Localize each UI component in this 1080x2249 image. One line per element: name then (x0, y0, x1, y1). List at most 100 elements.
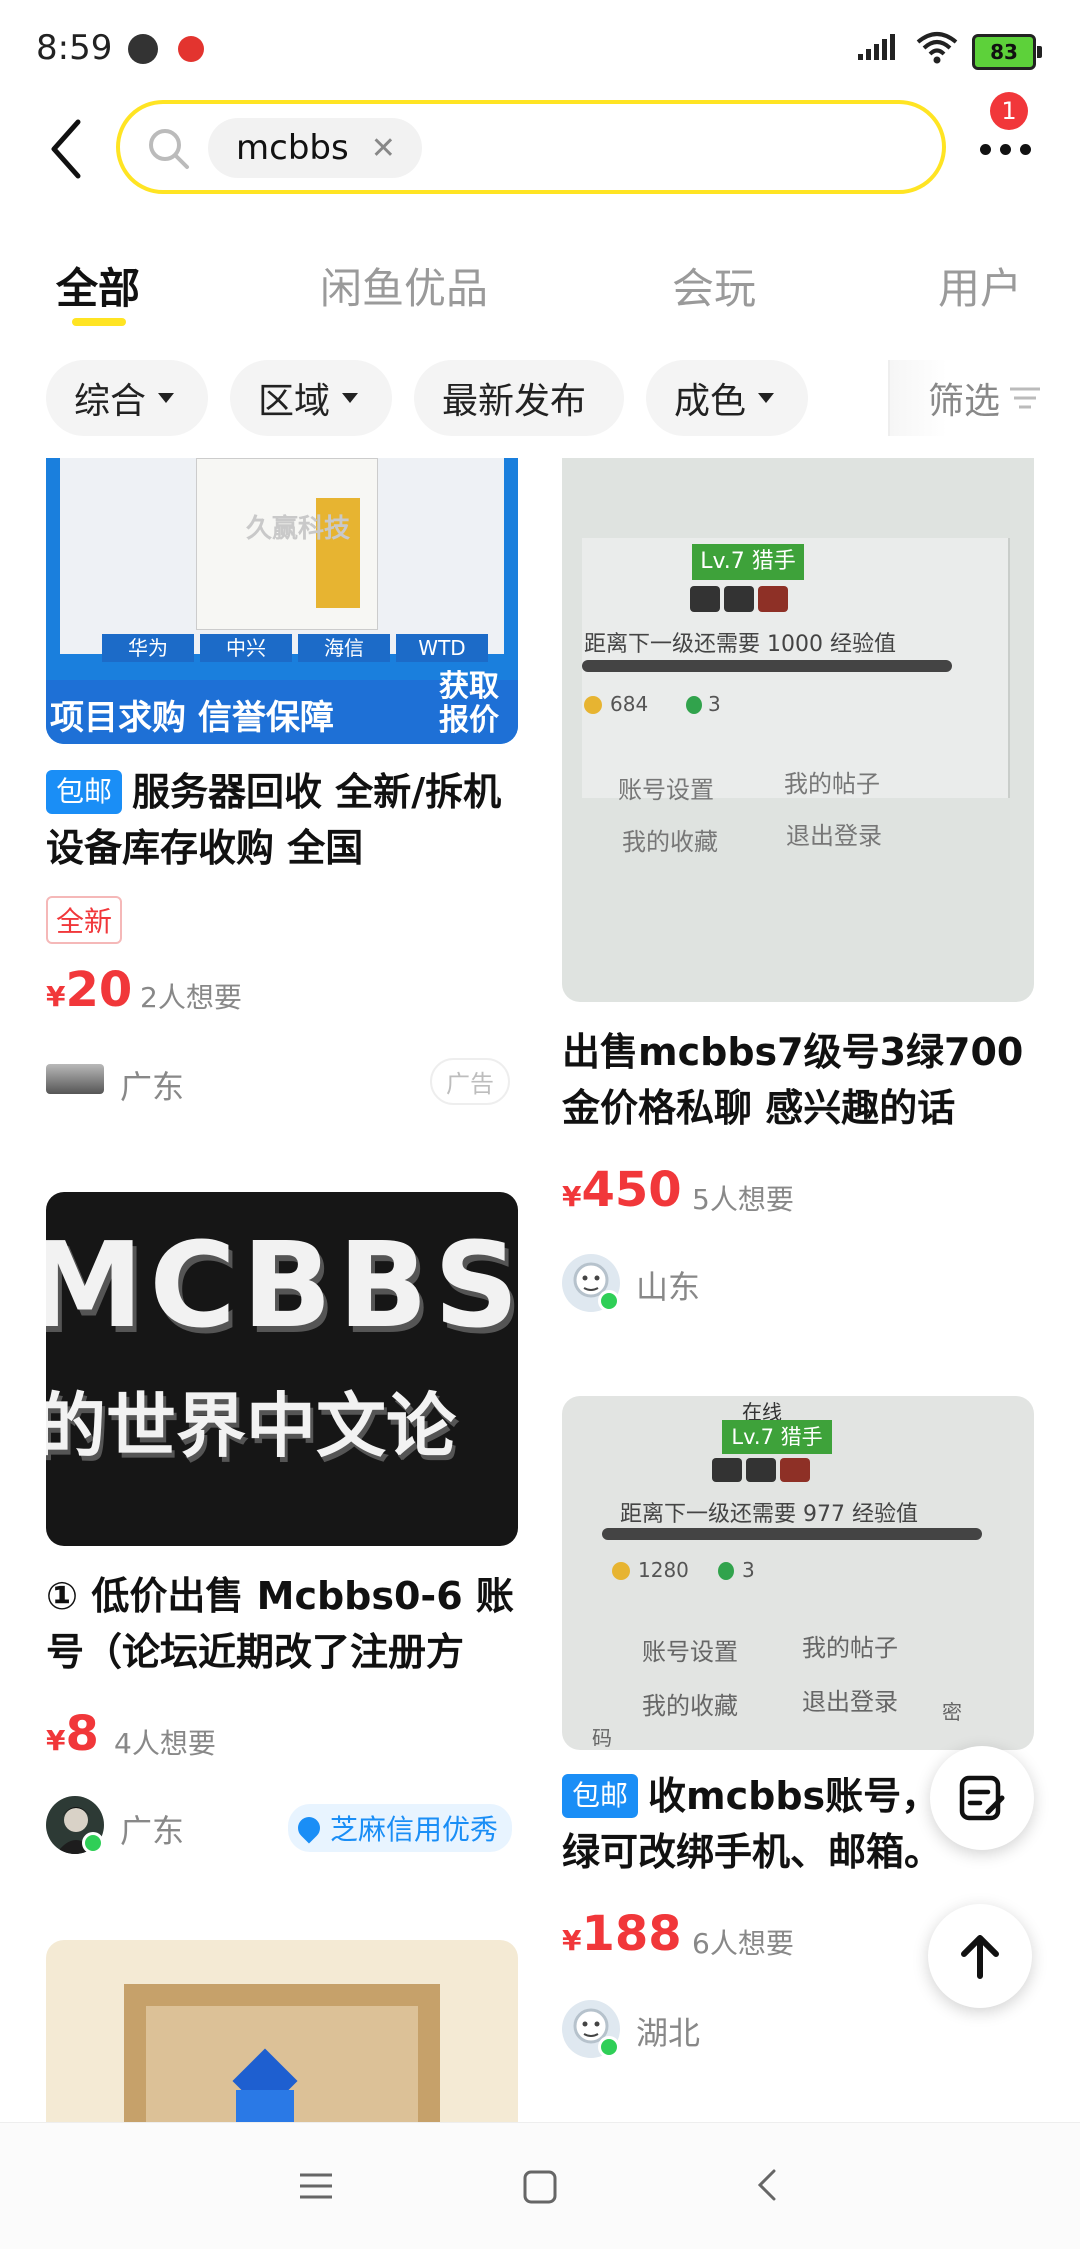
item-image[interactable]: 久赢科技 华为 中兴 海信 WTD 项目求购 信誉保障 获取报价 (46, 458, 518, 744)
item-title[interactable]: 包邮 服务器回收 全新/拆机设备库存收购 全国 (46, 764, 526, 876)
signal-icon (858, 34, 895, 60)
more-options-button[interactable] (980, 140, 1040, 159)
item-price: ¥188 (562, 1906, 682, 1962)
sort-label: 综合 (74, 381, 147, 422)
filter-icon (1010, 387, 1041, 409)
clock: 8:59 (36, 28, 113, 68)
menu-text: 我的帖子 (784, 770, 880, 798)
dropdown-arrow-icon (342, 393, 359, 403)
search-icon (149, 129, 189, 169)
filter-button[interactable]: 筛选 (888, 360, 1080, 436)
menu-text: 退出登录 (802, 1688, 898, 1716)
tab-premium[interactable]: 闲鱼优品 (320, 255, 488, 316)
condition-label: 成色 (674, 381, 747, 422)
currency-symbol: ¥ (562, 1180, 582, 1213)
price-value: 20 (65, 962, 133, 1018)
gem-count: 3 (708, 692, 721, 716)
scroll-to-top-button[interactable] (928, 1904, 1032, 2008)
menu-text: 我的收藏 (642, 1692, 738, 1720)
sort-dropdown[interactable]: 综合 (46, 360, 208, 436)
seller-location: 广东 (120, 1812, 185, 1850)
gold-count: 684 (610, 692, 649, 716)
item-title[interactable]: ① 低价出售 Mcbbs0-6 账号（论坛近期改了注册方 (46, 1568, 526, 1680)
item-price: ¥8 (46, 1706, 99, 1762)
search-query-chip[interactable]: mcbbs ✕ (208, 118, 422, 178)
back-button[interactable] (44, 112, 94, 186)
tab-users[interactable]: 用户 (938, 255, 1022, 316)
currency-symbol: ¥ (46, 1724, 66, 1757)
want-count: 6人想要 (692, 1927, 794, 1960)
seller-avatar[interactable] (46, 1064, 104, 1094)
dropdown-arrow-icon (158, 393, 175, 403)
latest-button[interactable]: 最新发布 (414, 360, 624, 436)
system-nav-bar (0, 2122, 1080, 2249)
currency-symbol: ¥ (46, 980, 66, 1013)
exp-text: 距离下一级还需要 1000 经验值 (584, 632, 896, 657)
sesame-credit-text: 芝麻信用优秀 (330, 1813, 499, 1846)
search-bar[interactable]: mcbbs ✕ (116, 100, 946, 194)
image-text: 码 (592, 1726, 612, 1750)
exp-text: 距离下一级还需要 977 经验值 (620, 1502, 918, 1527)
home-nav-icon[interactable] (520, 2167, 560, 2207)
want-count: 2人想要 (140, 981, 242, 1014)
ad-label: 广告 (430, 1058, 510, 1105)
image-subtitle-text: 的世界中文论 (46, 1385, 456, 1467)
menu-text: 账号设置 (618, 776, 714, 804)
back-nav-icon[interactable] (748, 2165, 788, 2205)
price-value: 450 (581, 1162, 682, 1218)
item-price: ¥450 (562, 1162, 682, 1218)
clock-app-icon (128, 34, 158, 64)
item-image[interactable]: MCBBS 的世界中文论 (46, 1192, 518, 1546)
tab-play[interactable]: 会玩 (672, 255, 756, 316)
item-title[interactable]: 出售mcbbs7级号3绿700金价格私聊 感兴趣的话 (562, 1024, 1042, 1136)
menu-text: 我的收藏 (622, 828, 718, 856)
active-tab-indicator (72, 318, 126, 326)
item-title-text: 出售mcbbs7级号3绿700金价格私聊 感兴趣的话 (562, 1030, 1024, 1130)
sesame-credit-badge: 芝麻信用优秀 (288, 1804, 513, 1852)
menu-nav-icon[interactable] (296, 2169, 336, 2203)
condition-dropdown[interactable]: 成色 (646, 360, 808, 436)
price-value: 188 (581, 1906, 682, 1962)
seller-location: 山东 (636, 1268, 701, 1306)
online-indicator (598, 1290, 620, 1312)
battery-icon: 83 (972, 34, 1042, 70)
latest-label: 最新发布 (442, 381, 587, 422)
battery-level: 83 (990, 40, 1018, 64)
tab-all[interactable]: 全部 (56, 255, 140, 316)
dropdown-arrow-icon (758, 393, 775, 403)
condition-tag: 全新 (46, 896, 123, 944)
item-image[interactable]: 在线 Lv.7 猎手 距离下一级还需要 977 经验值 1280 3 账号设置 … (562, 1396, 1034, 1750)
item-image[interactable] (46, 1940, 518, 2122)
item-image[interactable]: Lv.7 猎手 距离下一级还需要 1000 经验值 684 3 账号设置 我的帖… (562, 458, 1034, 1002)
menu-text: 我的帖子 (802, 1634, 898, 1662)
menu-text: 退出登录 (786, 822, 882, 850)
item-title-text: ① 低价出售 Mcbbs0-6 账号（论坛近期改了注册方 (46, 1574, 514, 1674)
region-label: 区域 (258, 381, 331, 422)
price-value: 8 (65, 1706, 99, 1762)
image-logo-text: MCBBS (46, 1216, 518, 1354)
level-badge: Lv.7 猎手 (722, 1420, 832, 1454)
brand-label: WTD (396, 634, 488, 662)
wifi-icon (916, 32, 958, 64)
edit-note-icon (959, 1775, 1005, 1821)
want-count: 4人想要 (114, 1727, 216, 1760)
arrow-up-icon (961, 1935, 999, 1979)
gem-count: 3 (742, 1558, 755, 1582)
clear-query-icon[interactable]: ✕ (371, 131, 396, 166)
free-shipping-tag: 包邮 (562, 1774, 639, 1818)
brand-label: 华为 (102, 634, 194, 662)
want-count: 5人想要 (692, 1183, 794, 1216)
sesame-icon (293, 1812, 325, 1844)
region-dropdown[interactable]: 区域 (230, 360, 392, 436)
brand-label: 海信 (298, 634, 390, 662)
online-indicator (598, 2036, 620, 2058)
free-shipping-tag: 包邮 (46, 770, 123, 814)
brand-label: 中兴 (200, 634, 292, 662)
watermark-text: 久赢科技 (246, 514, 351, 544)
item-title[interactable]: 包邮 收mcbbs账号，带绿可改绑手机、邮箱。 (562, 1768, 982, 1880)
notification-app-icon (178, 36, 204, 62)
image-text: 密 (942, 1700, 962, 1724)
online-indicator (82, 1832, 104, 1854)
post-button[interactable] (930, 1746, 1034, 1850)
seller-location: 广东 (120, 1068, 185, 1106)
